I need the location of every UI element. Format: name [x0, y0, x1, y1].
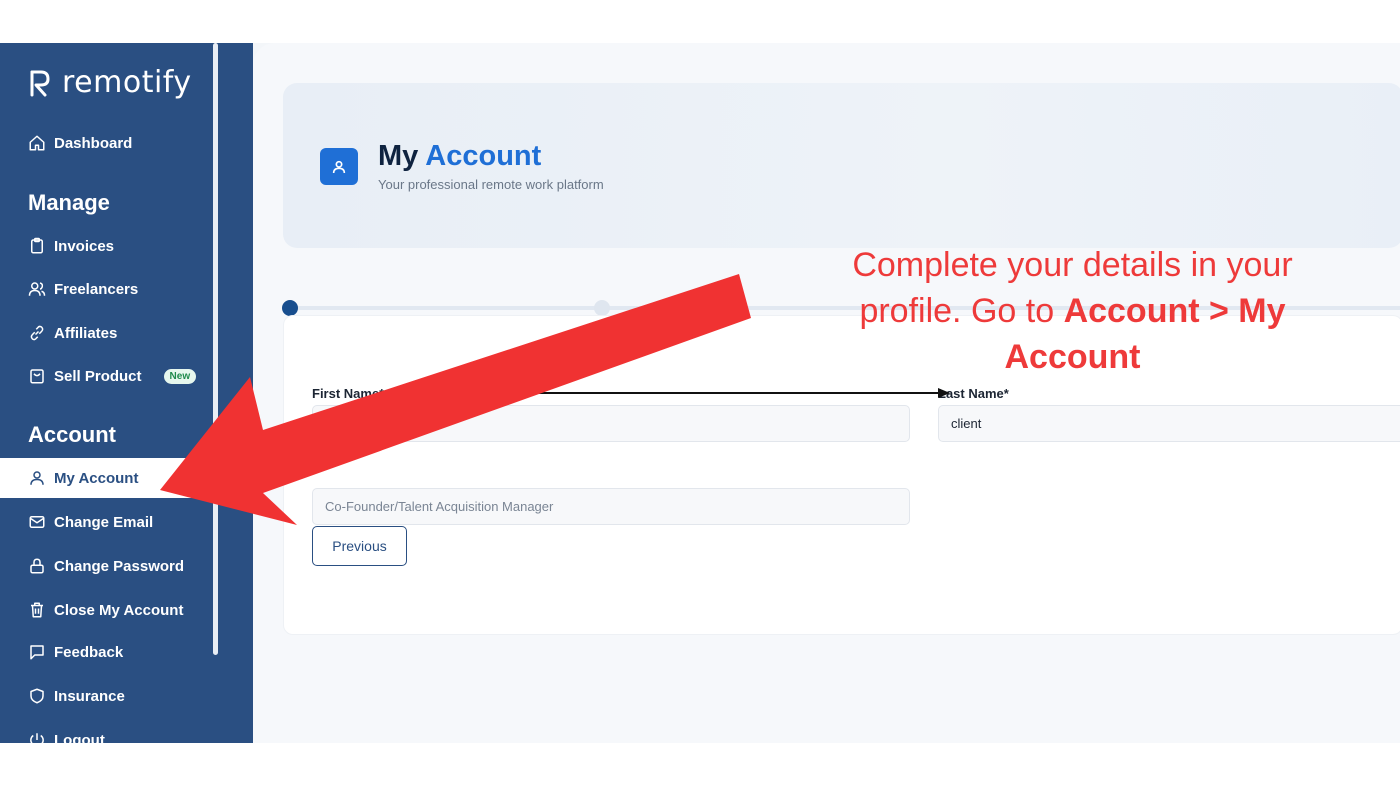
clipboard-icon [31, 237, 43, 254]
sidebar-item-my-account[interactable]: My Account [0, 458, 212, 498]
sidebar-item-label: My Account [54, 469, 139, 487]
sidebar-item-change-password[interactable]: Change Password [0, 546, 210, 586]
sidebar-item-label: Change Password [54, 557, 185, 575]
logo[interactable]: remotify [28, 65, 192, 100]
first-name-label: First Name* [312, 386, 385, 401]
remotify-logo-icon [30, 70, 50, 96]
account-avatar-tile [320, 148, 358, 185]
sidebar-item-label: Change Email [54, 513, 154, 531]
stepper-dot-completed[interactable] [282, 300, 298, 316]
sidebar-item-change-email[interactable]: Change Email [0, 502, 210, 542]
shopping-bag-icon [30, 369, 44, 384]
home-icon [29, 135, 45, 151]
app-frame: remotify Dashboard Manage Invoices Freel… [0, 43, 1400, 743]
user-icon [30, 471, 44, 485]
power-icon [30, 733, 44, 743]
mail-icon [29, 516, 45, 528]
sidebar-item-label: Invoices [54, 237, 115, 255]
message-icon [30, 645, 44, 660]
annotation-callout: Complete your details in your profile. G… [820, 242, 1325, 380]
sidebar-item-label: Affiliates [54, 324, 118, 342]
sidebar-item-close-account[interactable]: Close My Account [0, 590, 210, 630]
sidebar-item-label: Close My Account [54, 601, 184, 619]
sidebar-item-label: Sell Product [54, 367, 142, 385]
callout-line-3: Account [820, 334, 1325, 380]
sidebar-item-label: Insurance [54, 687, 125, 705]
lock-icon [30, 558, 44, 574]
page-title: My Account [378, 140, 541, 173]
sidebar-item-affiliates[interactable]: Affiliates [0, 313, 210, 353]
main-content: My Account Your professional remote work… [253, 43, 1400, 743]
user-icon [332, 160, 346, 173]
header-card: My Account Your professional remote work… [283, 83, 1400, 248]
job-title-input[interactable] [312, 488, 910, 525]
section-heading-manage: Manage [28, 190, 110, 215]
previous-button[interactable]: Previous [312, 526, 407, 566]
sidebar-item-label: Feedback [54, 643, 124, 661]
sidebar-item-label: Logout [54, 731, 105, 744]
page-subtitle: Your professional remote work platform [378, 177, 604, 192]
sidebar-scrollbar[interactable] [213, 43, 218, 655]
callout-line-2: profile. Go to Account > My [820, 288, 1325, 334]
last-name-label: Last Name* [938, 386, 1009, 401]
callout-line-2-plain: profile. Go to [859, 292, 1055, 330]
callout-line-2-bold: Account > My [1063, 292, 1286, 330]
sidebar-item-sell-product[interactable]: Sell Product New [0, 356, 210, 396]
callout-line-3-bold: Account [1004, 338, 1141, 376]
first-name-input[interactable] [312, 405, 910, 442]
sidebar-item-label: Freelancers [54, 280, 139, 298]
new-badge: New [163, 368, 197, 384]
page-title-part1: My [378, 140, 419, 172]
trash-icon [31, 602, 43, 618]
page-title-part2: Account [425, 140, 542, 172]
sidebar-item-invoices[interactable]: Invoices [0, 226, 210, 266]
callout-line-1: Complete your details in your [852, 246, 1293, 284]
sidebar-item-feedback[interactable]: Feedback [0, 632, 210, 672]
sidebar-item-logout[interactable]: Logout [0, 720, 210, 743]
last-name-input[interactable] [938, 405, 1400, 442]
link-icon [30, 325, 44, 341]
stepper-dot-pending[interactable] [594, 300, 610, 316]
sidebar-item-dashboard[interactable]: Dashboard [0, 123, 210, 163]
sidebar: remotify Dashboard Manage Invoices Freel… [0, 43, 253, 743]
users-icon [28, 282, 46, 296]
sidebar-item-insurance[interactable]: Insurance [0, 676, 210, 716]
shield-icon [30, 688, 44, 704]
logo-text: remotify [62, 65, 192, 100]
section-heading-account: Account [28, 422, 116, 447]
sidebar-item-label: Dashboard [54, 134, 133, 152]
sidebar-item-freelancers[interactable]: Freelancers [0, 269, 210, 309]
